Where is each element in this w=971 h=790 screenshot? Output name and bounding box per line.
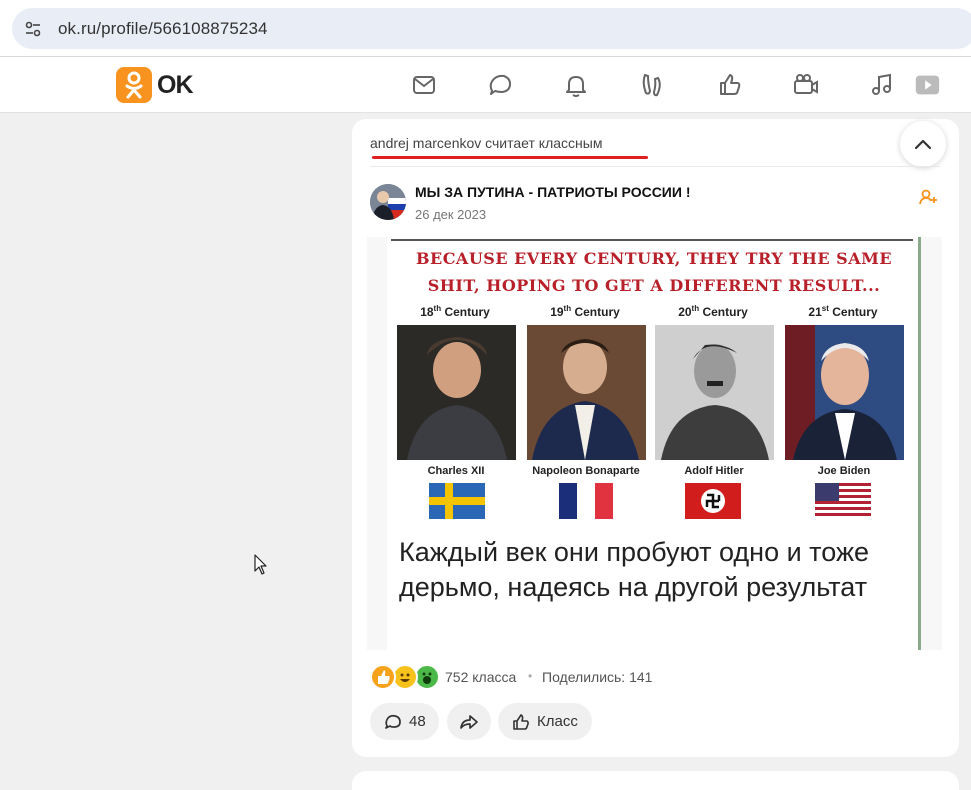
century-suffix: th xyxy=(691,304,700,313)
post-date[interactable]: 26 дек 2023 xyxy=(415,207,486,222)
divider xyxy=(391,239,913,241)
century-number: 21 xyxy=(808,305,822,319)
meme-headline-line: shit, hoping to get a different result..… xyxy=(427,276,881,295)
next-feed-card xyxy=(352,771,959,790)
mouse-cursor-icon xyxy=(254,554,268,576)
class-button[interactable]: Класс xyxy=(498,703,592,740)
portrait-charles-xii xyxy=(397,325,516,460)
video-camera-icon[interactable] xyxy=(792,71,820,99)
chevron-up-icon xyxy=(914,139,932,150)
century-label: 20th Century xyxy=(678,304,748,319)
sweden-flag-icon xyxy=(429,483,485,519)
century-number: 20 xyxy=(678,305,692,319)
comments-button[interactable]: 48 xyxy=(370,703,439,740)
ok-logo-icon[interactable] xyxy=(116,67,152,103)
separator-dot: • xyxy=(528,669,533,683)
class-label: Класс xyxy=(537,713,578,730)
logo-text[interactable]: OK xyxy=(157,71,193,100)
post-image[interactable]: Because every century, they try the same… xyxy=(367,237,942,650)
portrait-biden xyxy=(785,325,904,460)
century-label: 21st Century xyxy=(808,304,878,319)
group-avatar[interactable] xyxy=(370,184,406,220)
like-icon xyxy=(513,713,529,730)
meme-content: Because every century, they try the same… xyxy=(387,237,921,650)
portrait-name: Charles XII xyxy=(427,465,485,477)
like-icon[interactable] xyxy=(716,71,744,99)
portrait-name: Adolf Hitler xyxy=(684,465,744,477)
portrait-name: Joe Biden xyxy=(817,465,871,477)
century-number: 19 xyxy=(550,305,564,319)
add-friend-icon[interactable] xyxy=(918,187,938,207)
comments-count: 48 xyxy=(409,713,426,730)
century-suffix: th xyxy=(433,304,442,313)
divider xyxy=(370,166,940,167)
like-reaction-icon xyxy=(370,664,396,690)
comment-icon xyxy=(385,714,401,729)
collapse-button[interactable] xyxy=(900,121,946,167)
tune-icon[interactable] xyxy=(21,17,45,41)
century-suffix: st xyxy=(821,304,829,313)
portrait-name: Napoleon Bonaparte xyxy=(532,465,640,477)
guests-icon[interactable] xyxy=(638,71,666,99)
browser-address-bar: ok.ru/profile/566108875234 xyxy=(0,0,971,57)
shares-count[interactable]: Поделились: 141 xyxy=(542,669,652,685)
mail-icon[interactable] xyxy=(410,71,438,99)
century-label: 18th Century xyxy=(420,304,490,319)
likes-count[interactable]: 752 класса xyxy=(445,669,516,685)
chat-icon[interactable] xyxy=(486,71,514,99)
century-label: 19th Century xyxy=(550,304,620,319)
swastika-flag-icon xyxy=(685,483,741,519)
red-underline xyxy=(372,156,648,159)
usa-flag-icon xyxy=(815,483,871,519)
portrait-napoleon xyxy=(527,325,646,460)
bell-icon[interactable] xyxy=(562,71,590,99)
century-number: 18 xyxy=(420,305,434,319)
video-icon[interactable] xyxy=(913,71,943,99)
url-field[interactable]: ok.ru/profile/566108875234 xyxy=(12,8,971,49)
music-icon[interactable] xyxy=(868,71,896,99)
share-button[interactable] xyxy=(447,703,491,740)
feed-post-card: andrej marcenkov считает классным МЫ ЗА … xyxy=(352,119,959,757)
liked-by-text[interactable]: andrej marcenkov считает классным xyxy=(370,135,602,151)
century-suffix: th xyxy=(563,304,572,313)
group-name-link[interactable]: МЫ ЗА ПУТИНА - ПАТРИОТЫ РОССИИ ! xyxy=(415,184,690,200)
url-text[interactable]: ok.ru/profile/566108875234 xyxy=(58,19,268,39)
meme-caption: Каждый век они пробуют одно и тоже дерьм… xyxy=(399,537,870,602)
meme-headline-line: Because every century, they try the same xyxy=(415,249,893,268)
france-flag-icon xyxy=(559,483,613,519)
site-header: OK xyxy=(0,57,971,113)
portrait-hitler xyxy=(655,325,774,460)
share-icon xyxy=(460,714,478,729)
meme-headline: Because every century, they try the same… xyxy=(387,245,921,299)
